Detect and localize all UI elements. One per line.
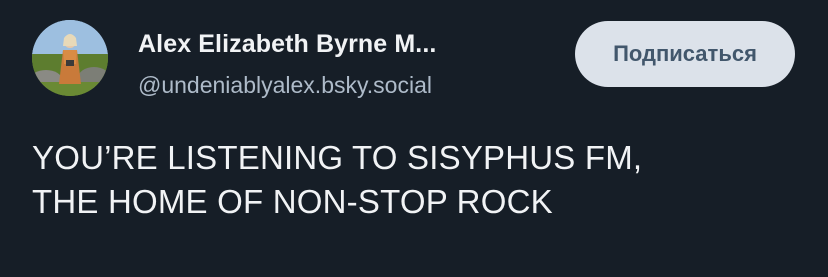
avatar-photo-icon <box>32 20 108 96</box>
post-text-line: THE HOME OF NON-STOP ROCK <box>32 183 553 220</box>
author-avatar[interactable] <box>32 20 108 96</box>
post-text-line: YOU’RE LISTENING TO SISYPHUS FM, <box>32 139 643 176</box>
post-card: Alex Elizabeth Byrne M... @undeniablyale… <box>0 0 828 277</box>
author-display-name[interactable]: Alex Elizabeth Byrne M... <box>138 30 436 59</box>
post-text: YOU’RE LISTENING TO SISYPHUS FM, THE HOM… <box>32 136 792 224</box>
follow-button[interactable]: Подписаться <box>575 21 795 87</box>
author-handle[interactable]: @undeniablyalex.bsky.social <box>138 72 432 99</box>
